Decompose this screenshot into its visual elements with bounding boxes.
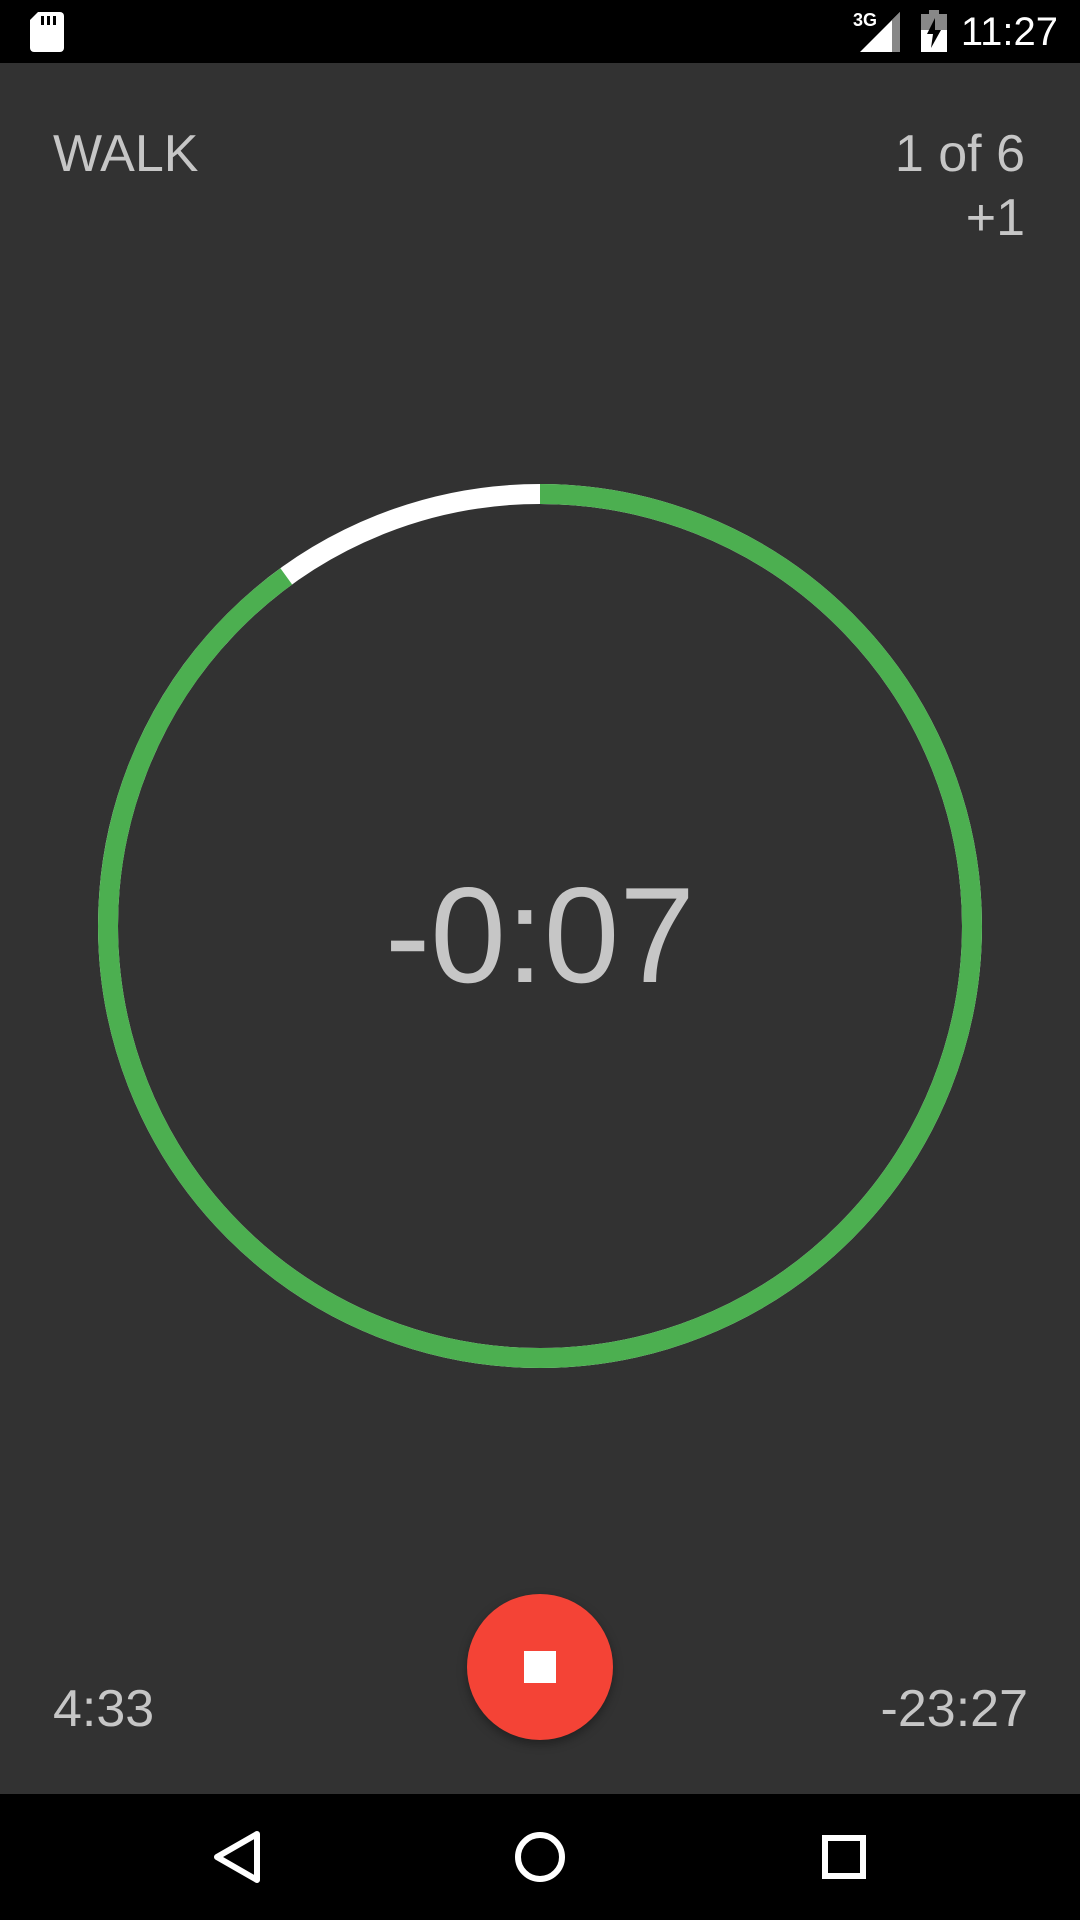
remaining-time: -23:27 bbox=[880, 1680, 1028, 1738]
recents-icon bbox=[822, 1835, 866, 1879]
home-icon bbox=[515, 1832, 565, 1882]
recents-button[interactable] bbox=[763, 1794, 923, 1920]
back-button[interactable] bbox=[157, 1794, 317, 1920]
elapsed-time: 4:33 bbox=[53, 1680, 155, 1738]
timer-screen: 3G 11:27 WALK 1 of 6 +1 -0:07 4:33 -23:2… bbox=[0, 0, 1080, 1920]
navigation-bar bbox=[0, 1794, 1080, 1920]
back-icon bbox=[214, 1831, 260, 1883]
countdown-timer: -0:07 bbox=[385, 859, 695, 1011]
stop-icon bbox=[524, 1651, 556, 1683]
stop-button[interactable] bbox=[467, 1594, 613, 1740]
home-button[interactable] bbox=[460, 1794, 620, 1920]
